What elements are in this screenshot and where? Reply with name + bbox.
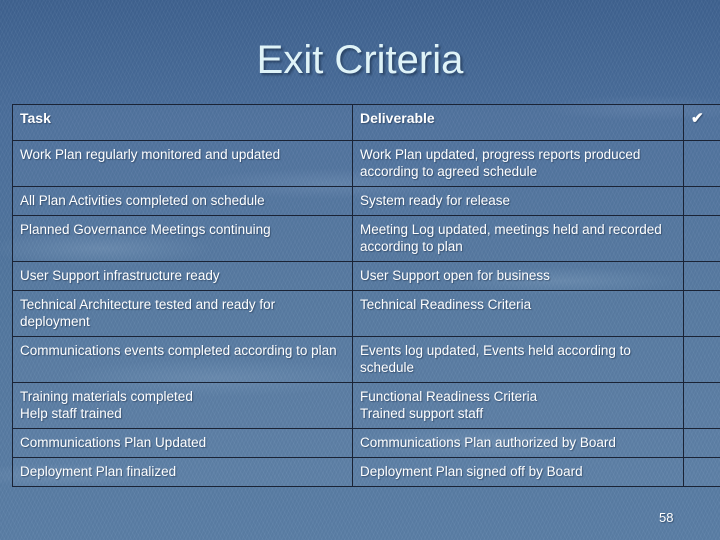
- cell-deliverable: Deployment Plan signed off by Board: [352, 457, 684, 487]
- cell-task: Technical Architecture tested and ready …: [12, 290, 353, 337]
- cell-check[interactable]: [683, 382, 720, 429]
- cell-task: Communications events completed accordin…: [12, 336, 353, 383]
- cell-check[interactable]: [683, 336, 720, 383]
- table-row: All Plan Activities completed on schedul…: [12, 186, 720, 216]
- cell-deliverable: Work Plan updated, progress reports prod…: [352, 140, 684, 187]
- cell-deliverable: System ready for release: [352, 186, 684, 216]
- cell-task: Work Plan regularly monitored and update…: [12, 140, 353, 187]
- cell-deliverable: Meeting Log updated, meetings held and r…: [352, 215, 684, 262]
- checkmark-icon: ✔: [691, 110, 704, 127]
- column-header-task: Task: [12, 104, 353, 141]
- cell-check[interactable]: [683, 186, 720, 216]
- column-header-check-icon: ✔: [683, 104, 720, 141]
- table-row: Communications events completed accordin…: [12, 336, 720, 383]
- cell-deliverable: Functional Readiness Criteria Trained sup…: [352, 382, 684, 429]
- cell-task: All Plan Activities completed on schedul…: [12, 186, 353, 216]
- table-row: Planned Governance Meetings continuing M…: [12, 215, 720, 262]
- column-header-deliverable: Deliverable: [352, 104, 684, 141]
- cell-deliverable: Communications Plan authorized by Board: [352, 428, 684, 458]
- slide-canvas: Exit Criteria Task Deliverable ✔ Work Pl…: [0, 0, 720, 540]
- page-title: Exit Criteria: [256, 38, 464, 82]
- table-row: Communications Plan Updated Communicatio…: [12, 428, 720, 458]
- table-row: User Support infrastructure ready User S…: [12, 261, 720, 291]
- cell-task: Communications Plan Updated: [12, 428, 353, 458]
- cell-check[interactable]: [683, 290, 720, 337]
- table-row: Technical Architecture tested and ready …: [12, 290, 720, 337]
- cell-task: Deployment Plan finalized: [12, 457, 353, 487]
- table-row: Deployment Plan finalized Deployment Pla…: [12, 457, 720, 487]
- cell-check[interactable]: [683, 428, 720, 458]
- cell-deliverable: User Support open for business: [352, 261, 684, 291]
- cell-task: User Support infrastructure ready: [12, 261, 353, 291]
- cell-task: Planned Governance Meetings continuing: [12, 215, 353, 262]
- cell-check[interactable]: [683, 457, 720, 487]
- table-body: Work Plan regularly monitored and update…: [12, 140, 720, 487]
- table-header-row: Task Deliverable ✔: [12, 104, 720, 141]
- cell-check[interactable]: [683, 140, 720, 187]
- cell-deliverable: Events log updated, Events held accordin…: [352, 336, 684, 383]
- table-row: Work Plan regularly monitored and update…: [12, 140, 720, 187]
- cell-task: Training materials completed Help staff t…: [12, 382, 353, 429]
- cell-check[interactable]: [683, 261, 720, 291]
- page-number: 58: [659, 510, 674, 525]
- cell-deliverable: Technical Readiness Criteria: [352, 290, 684, 337]
- cell-check[interactable]: [683, 215, 720, 262]
- table-row: Training materials completed Help staff t…: [12, 382, 720, 429]
- exit-criteria-table: Task Deliverable ✔ Work Plan regularly m…: [12, 104, 720, 487]
